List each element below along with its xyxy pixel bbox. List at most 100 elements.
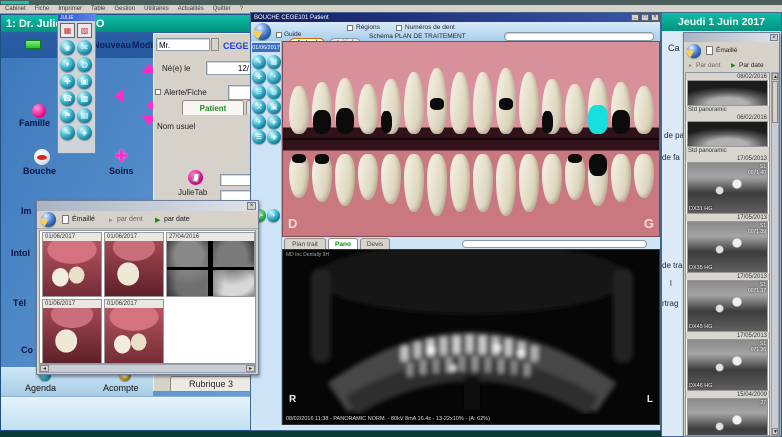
julietab-icon[interactable]: [188, 170, 203, 185]
vertical-scrollbar[interactable]: ▲ ▼: [771, 72, 779, 436]
tooth[interactable]: [611, 154, 631, 202]
regions-checkbox[interactable]: [347, 25, 353, 31]
tooth-numbers-checkbox[interactable]: [396, 25, 402, 31]
par-date-radio-arrow[interactable]: ▶: [155, 216, 160, 224]
tooth[interactable]: [312, 82, 332, 134]
maximize-icon[interactable]: □: [641, 14, 649, 21]
xray-history-titlebar[interactable]: [684, 33, 779, 42]
emaille-label[interactable]: Émaillé: [72, 216, 95, 223]
schema-label[interactable]: Schéma PLAN DE TRAITEMENT: [369, 33, 466, 40]
tooth[interactable]: [634, 86, 654, 134]
tooth[interactable]: [496, 68, 516, 134]
tooth[interactable]: [358, 84, 378, 134]
tooth[interactable]: [289, 154, 309, 198]
tooth[interactable]: [588, 154, 608, 206]
tooth[interactable]: [404, 154, 424, 212]
photo-thumbnail[interactable]: 01/06/2017: [42, 299, 102, 364]
par-date-radio-arrow[interactable]: ▶: [731, 62, 736, 69]
tooth[interactable]: [335, 154, 355, 206]
civility-dropdown-button[interactable]: [211, 38, 219, 51]
guide-checkbox[interactable]: [276, 32, 282, 38]
menu-item[interactable]: Imprimer: [58, 6, 82, 12]
sidebar-label-telephone[interactable]: Tél: [13, 298, 26, 308]
history-item-intraoral[interactable]: 17/05/2013S10071 40DX31 HG: [686, 155, 769, 214]
palette-tool-icon[interactable]: ✚: [60, 74, 75, 89]
birthdate-field[interactable]: 12/: [206, 61, 252, 75]
par-date-radio[interactable]: Par date: [739, 62, 764, 69]
history-item-intraoral[interactable]: 17/05/2013S10071 39DX35 HG: [686, 214, 769, 273]
tooth[interactable]: [312, 154, 332, 202]
photo-window-titlebar[interactable]: [37, 201, 258, 211]
palette-tool-icon[interactable]: ◈: [77, 125, 92, 140]
menu-item[interactable]: Utilitaires: [144, 6, 169, 12]
par-date-radio[interactable]: par date: [164, 216, 190, 223]
bouche-button[interactable]: Bouche: [23, 166, 56, 176]
photo-thumbnail[interactable]: 01/06/2017: [42, 232, 102, 297]
photo-thumbnail[interactable]: 01/06/2017: [104, 299, 164, 364]
tooth[interactable]: [450, 154, 470, 212]
menu-item[interactable]: Actualités: [178, 6, 204, 12]
tab-plan-trait[interactable]: Plan trait: [284, 238, 326, 249]
par-dent-radio-arrow[interactable]: ▸: [689, 62, 692, 69]
tooth[interactable]: [496, 154, 516, 216]
close-icon[interactable]: ×: [770, 34, 778, 41]
chart-tool-icon[interactable]: ▦: [267, 55, 281, 69]
famille-button[interactable]: Famille: [19, 118, 50, 128]
palette-tool-icon[interactable]: ▤: [77, 108, 92, 123]
book-icon[interactable]: [254, 23, 271, 40]
photo-thumbnail[interactable]: 01/06/2017: [104, 232, 164, 297]
tab-pano[interactable]: Pano: [328, 238, 358, 249]
soins-button[interactable]: Soins: [109, 166, 134, 176]
tab-patient[interactable]: Patient: [182, 100, 244, 115]
tab-devis[interactable]: Devis: [360, 238, 390, 249]
scroll-up-icon[interactable]: ▲: [772, 73, 778, 80]
tooth[interactable]: [542, 79, 562, 134]
tooth[interactable]: [450, 72, 470, 134]
palette-tool-icon[interactable]: ✎: [60, 125, 75, 140]
soins-cross-icon[interactable]: ✚: [115, 147, 128, 165]
nav-left-arrow[interactable]: [114, 89, 124, 103]
minimize-icon[interactable]: _: [631, 14, 639, 21]
tooth[interactable]: [381, 79, 401, 134]
par-dent-radio[interactable]: Par dent: [696, 62, 721, 69]
tooth[interactable]: [381, 154, 401, 204]
tooth[interactable]: [519, 72, 539, 134]
emaille-label[interactable]: Émaillé: [716, 47, 737, 54]
close-icon[interactable]: ×: [247, 202, 256, 210]
tooth[interactable]: [404, 72, 424, 134]
xray-thumbnail[interactable]: 27/04/2016: [166, 232, 255, 297]
chart-tool-icon[interactable]: ◉: [267, 130, 281, 144]
tab-rubrique-3[interactable]: Rubrique 3: [170, 376, 252, 392]
acompte-button[interactable]: Acompte: [103, 383, 139, 393]
menu-item[interactable]: ?: [240, 6, 243, 12]
palette-tool-icon[interactable]: ◍: [77, 57, 92, 72]
chart-tool-icon[interactable]: ◔: [267, 70, 281, 84]
scroll-left-icon[interactable]: ◂: [40, 365, 49, 372]
alert-field[interactable]: [228, 85, 252, 100]
menu-item[interactable]: Cabinet: [5, 6, 26, 12]
chart-tool-icon[interactable]: ⚒: [252, 100, 266, 114]
chart-tool-icon[interactable]: ▣: [267, 100, 281, 114]
alert-checkbox[interactable]: [155, 89, 161, 95]
history-item-intraoral[interactable]: 17/05/2013S10071 37DX45 HG: [686, 273, 769, 332]
menu-item[interactable]: Gestion: [114, 6, 135, 12]
tooth[interactable]: [519, 154, 539, 212]
tooth-chart[interactable]: D G: [282, 41, 660, 237]
history-item-intraoral[interactable]: 17/05/2013S1071 36DX46 HG: [686, 332, 769, 391]
history-item-panoramic[interactable]: 08/02/2016Std panoramic: [686, 73, 769, 114]
tooth[interactable]: [427, 68, 447, 134]
history-item-intraoral[interactable]: 15/04/200927: [686, 391, 769, 436]
scroll-down-icon[interactable]: ▼: [772, 428, 778, 435]
palette-tool-icon[interactable]: ✦: [60, 57, 75, 72]
palette-tool-icon[interactable]: ◉: [60, 40, 75, 55]
panoramic-xray[interactable]: MD Inc Dentally 9H R L 08/02/2016 11:38 …: [282, 249, 660, 425]
scrollbar-thumb[interactable]: [772, 81, 778, 123]
tooth[interactable]: [427, 154, 447, 216]
menu-item[interactable]: Table: [91, 6, 105, 12]
schema-field[interactable]: [504, 32, 654, 41]
menu-item[interactable]: Quitter: [213, 6, 231, 12]
close-icon[interactable]: ×: [651, 14, 659, 21]
chart-tool-icon[interactable]: ✚: [252, 70, 266, 84]
tooth[interactable]: [473, 154, 493, 212]
palette-tool-icon[interactable]: ▩: [77, 91, 92, 106]
